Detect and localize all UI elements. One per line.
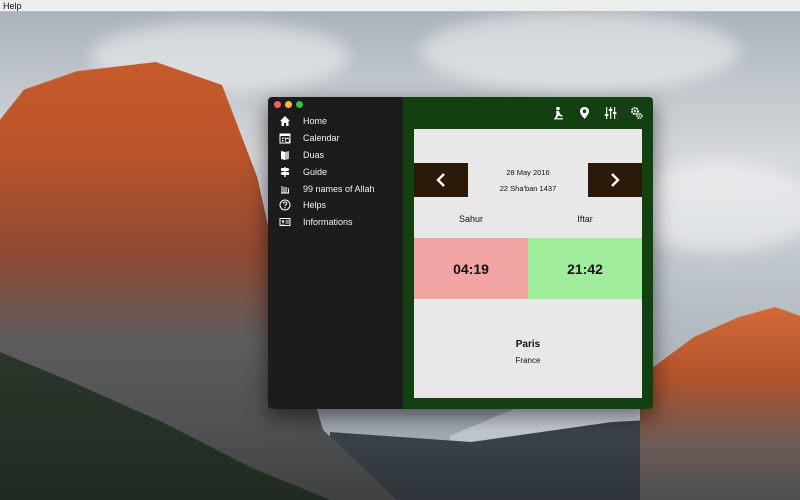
id-card-icon [278, 216, 292, 229]
signpost-icon [278, 165, 292, 178]
next-day-button[interactable] [588, 163, 642, 197]
sidebar-menu: Home Calendar Duas Guide 99 names of All… [278, 113, 375, 231]
close-button[interactable] [274, 101, 281, 108]
menu-bar: Help [0, 0, 800, 12]
sidebar: Home Calendar Duas Guide 99 names of All… [268, 97, 403, 409]
sidebar-item-duas[interactable]: Duas [278, 147, 375, 164]
chevron-left-icon [436, 173, 445, 187]
sidebar-item-99-names[interactable]: 99 names of Allah [278, 180, 375, 197]
location-pin-icon[interactable] [578, 106, 591, 120]
location-display: Paris France [414, 339, 642, 365]
content-panel: 28 May 2016 22 Sha'ban 1437 Sahur Iftar … [414, 129, 642, 398]
sidebar-item-label: Calendar [303, 133, 340, 144]
app-window: Home Calendar Duas Guide 99 names of All… [268, 97, 653, 409]
date-display: 28 May 2016 22 Sha'ban 1437 [468, 163, 588, 197]
calendar-icon [278, 132, 292, 145]
sahur-time: 04:19 [414, 238, 528, 299]
sahur-label: Sahur [458, 214, 484, 224]
sidebar-item-label: 99 names of Allah [303, 183, 375, 194]
cloud [420, 12, 740, 92]
gregorian-date: 28 May 2016 [506, 168, 550, 177]
hijri-date: 22 Sha'ban 1437 [499, 184, 557, 193]
time-labels: Sahur Iftar [414, 214, 642, 228]
sidebar-item-label: Guide [303, 166, 328, 177]
window-controls [274, 101, 303, 108]
iftar-time: 21:42 [528, 238, 642, 299]
previous-day-button[interactable] [414, 163, 468, 197]
sidebar-item-guide[interactable]: Guide [278, 163, 375, 180]
allah-calligraphy-icon [278, 182, 292, 195]
country-name: France [515, 356, 541, 365]
question-icon [278, 199, 292, 212]
book-icon [278, 148, 292, 161]
sidebar-item-label: Duas [303, 149, 325, 160]
sidebar-item-label: Helps [303, 200, 327, 211]
chevron-right-icon [611, 173, 620, 187]
city-name: Paris [515, 339, 541, 350]
minimize-button[interactable] [285, 101, 292, 108]
iftar-label: Iftar [577, 214, 593, 224]
zoom-button[interactable] [296, 101, 303, 108]
sidebar-item-calendar[interactable]: Calendar [278, 130, 375, 147]
sidebar-item-label: Informations [303, 217, 353, 228]
toolbar [552, 106, 643, 120]
sliders-icon[interactable] [604, 106, 617, 120]
menu-help[interactable]: Help [3, 1, 22, 11]
home-icon [278, 115, 292, 128]
sidebar-item-helps[interactable]: Helps [278, 197, 375, 214]
sidebar-item-home[interactable]: Home [278, 113, 375, 130]
prayer-icon[interactable] [552, 106, 565, 120]
gears-icon[interactable] [630, 106, 643, 120]
sidebar-item-label: Home [303, 116, 328, 127]
main-area: 28 May 2016 22 Sha'ban 1437 Sahur Iftar … [403, 97, 653, 409]
sidebar-item-informations[interactable]: Informations [278, 214, 375, 231]
